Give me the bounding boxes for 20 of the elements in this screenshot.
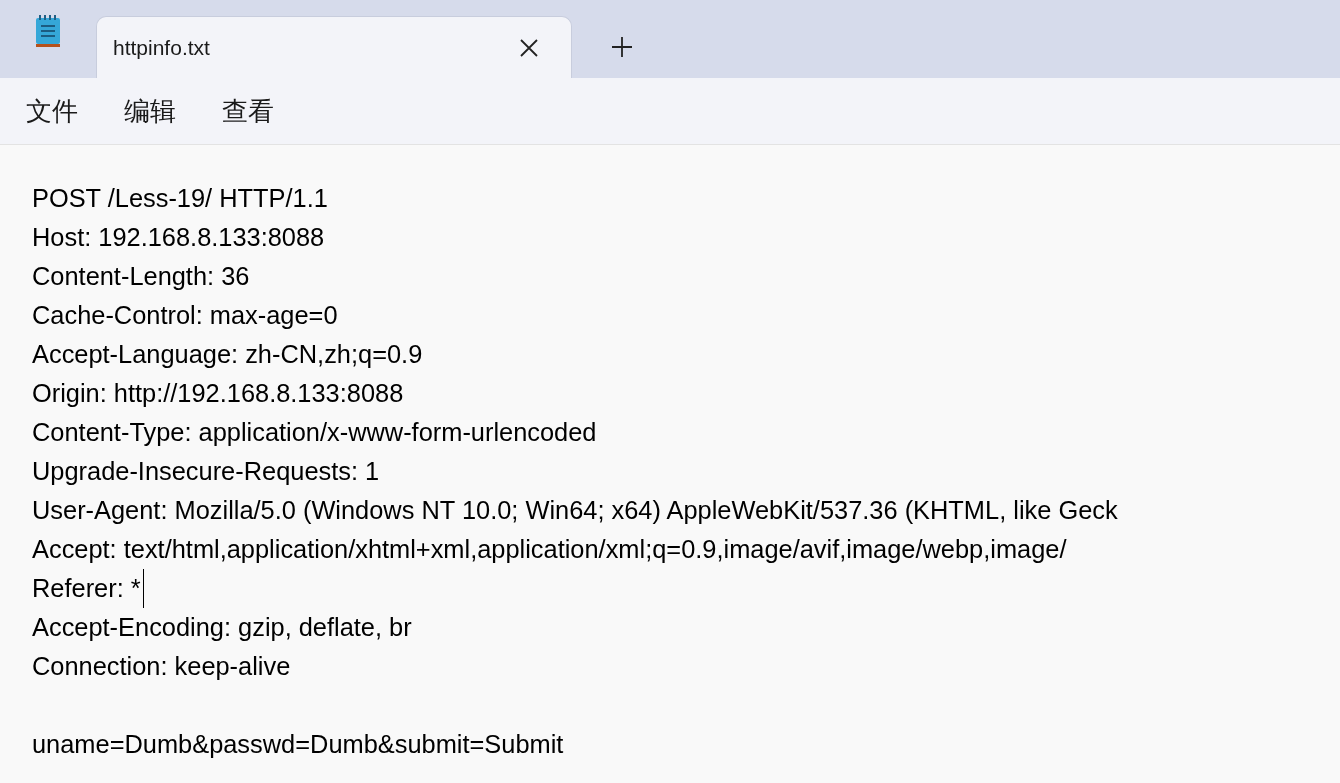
- text-line: Accept-Language: zh-CN,zh;q=0.9: [32, 339, 423, 370]
- text-line: Referer: *: [32, 569, 144, 608]
- text-line: Content-Type: application/x-www-form-urlencoded: [32, 417, 597, 448]
- text-line: User-Agent: Mozilla/5.0 (Windows NT 10.0; Win64; x64) AppleWebKit/537.36 (KHTML, like Geck: [32, 495, 1118, 526]
- text-line: Origin: http://192.168.8.133:8088: [32, 378, 404, 409]
- add-tab-icon[interactable]: [610, 35, 634, 59]
- document-tab[interactable]: httpinfo.txt: [96, 16, 572, 78]
- text-line: Accept-Encoding: gzip, deflate, br: [32, 612, 412, 643]
- text-line: Content-Length: 36: [32, 261, 250, 292]
- text-line: Cache-Control: max-age=0: [32, 300, 338, 331]
- text-line: Accept: text/html,application/xhtml+xml,application/xml;q=0.9,image/avif,image/webp,image/: [32, 534, 1067, 565]
- menu-item[interactable]: 查看: [212, 89, 284, 133]
- notepad-icon: [34, 14, 62, 48]
- text-line: POST /Less-19/ HTTP/1.1: [32, 183, 328, 214]
- text-line: uname=Dumb&passwd=Dumb&submit=Submit: [32, 729, 564, 760]
- menu-item[interactable]: 编辑: [114, 89, 186, 133]
- text-line: Upgrade-Insecure-Requests: 1: [32, 456, 380, 487]
- menu-item[interactable]: 文件: [16, 89, 88, 133]
- text-line: Host: 192.168.8.133:8088: [32, 222, 325, 253]
- text-line: Connection: keep-alive: [32, 651, 291, 682]
